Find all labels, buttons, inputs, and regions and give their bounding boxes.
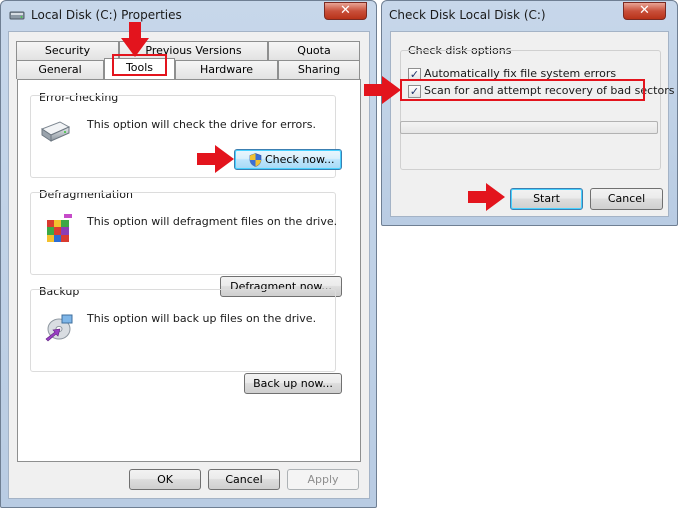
check-disk-titlebar[interactable]: Check Disk Local Disk (C:) ✕ [382,1,677,31]
check-disk-cancel-button[interactable]: Cancel [590,188,663,210]
close-icon: ✕ [639,3,650,18]
check-disk-client: Check disk options ✓ Automatically fix f… [390,31,674,217]
arrow-right-scan-option-icon [364,76,401,104]
tools-tab-panel: Error-checking This option will check th… [17,79,361,462]
tab-label: Sharing [297,63,341,76]
uac-shield-icon [249,153,262,167]
properties-title: Local Disk (C:) Properties [31,8,182,22]
scan-option-highlight [400,79,645,101]
tab-label: Security [44,44,91,57]
check-disk-dialog: Check Disk Local Disk (C:) ✕ Check disk … [381,0,678,226]
properties-window: Local Disk (C:) Properties ✕ Security Pr… [0,0,377,508]
error-checking-text: This option will check the drive for err… [87,118,316,131]
ok-label: OK [157,473,173,486]
drive-icon [40,121,71,142]
defragment-icon [47,214,72,242]
arrow-right-check-now-icon [197,145,234,173]
start-label: Start [533,192,560,205]
tab-hardware[interactable]: Hardware [175,60,278,79]
tab-label: Hardware [199,63,254,76]
cancel-label: Cancel [225,473,263,486]
back-up-now-label: Back up now... [253,377,333,390]
defragmentation-text: This option will defragment files on the… [87,215,338,228]
check-disk-title: Check Disk Local Disk (C:) [389,8,546,22]
check-now-label: Check now... [265,153,335,166]
properties-titlebar[interactable]: Local Disk (C:) Properties ✕ [1,1,376,31]
apply-button[interactable]: Apply [287,469,359,490]
check-now-button[interactable]: Check now... [234,149,342,170]
check-disk-cancel-label: Cancel [607,192,646,205]
backup-icon [45,314,73,342]
properties-close-button[interactable]: ✕ [324,2,367,20]
tab-sharing[interactable]: Sharing [278,60,360,79]
tab-label: General [38,63,82,76]
arrow-down-tools-icon [121,22,149,57]
local-disk-icon [9,11,25,20]
check-disk-close-button[interactable]: ✕ [623,2,666,20]
cancel-button[interactable]: Cancel [208,469,280,490]
tab-label: Quota [297,44,331,57]
tab-general[interactable]: General [16,60,104,79]
apply-label: Apply [307,473,339,486]
back-up-now-button[interactable]: Back up now... [244,373,342,394]
arrow-right-start-icon [468,183,505,211]
start-button[interactable]: Start [510,188,583,210]
backup-text: This option will back up files on the dr… [87,312,317,325]
properties-client: Security Previous Versions Quota General… [8,31,370,499]
check-disk-progress-bar [400,121,658,134]
tab-quota[interactable]: Quota [268,41,360,60]
close-icon: ✕ [340,3,351,18]
ok-button[interactable]: OK [129,469,201,490]
